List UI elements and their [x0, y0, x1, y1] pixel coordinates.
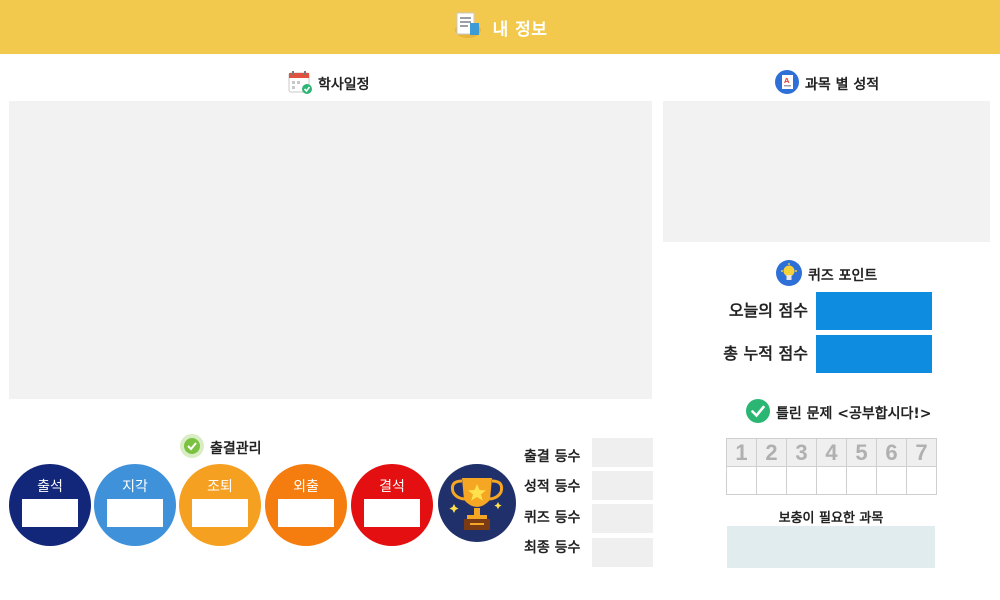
attendance-title: 출결관리	[180, 434, 262, 462]
green-check-icon	[746, 399, 770, 427]
attendance-absent-label: 결석	[379, 479, 405, 495]
attendance-early-leave-label: 조퇴	[207, 479, 233, 495]
attendance-early-leave: 조퇴	[179, 464, 261, 546]
rank-final-value	[592, 538, 653, 567]
today-score-value	[816, 292, 932, 330]
problem-answer-cell	[906, 466, 937, 495]
attendance-present-label: 출석	[37, 479, 63, 495]
checkmark-icon	[180, 434, 204, 462]
trophy-icon	[438, 464, 516, 542]
problem-number-cell[interactable]: 3	[786, 438, 817, 467]
quiz-title: 퀴즈 포인트	[776, 260, 877, 290]
problem-answer-cell	[726, 466, 757, 495]
grades-title: A 과목 별 성적	[775, 70, 879, 98]
problem-number-cell[interactable]: 5	[846, 438, 877, 467]
attendance-late: 지각	[94, 464, 176, 546]
quiz-title-label: 퀴즈 포인트	[808, 268, 878, 284]
document-icon	[453, 10, 483, 44]
wrong-title-label: 틀린 문제 <공부합시다!>	[776, 406, 932, 422]
rank-attendance-value	[592, 438, 653, 467]
rank-attendance-label: 출결 등수	[524, 449, 581, 465]
rank-quiz-value	[592, 504, 653, 533]
wrong-problems-table: 1 2 3 4 5 6 7	[726, 438, 937, 495]
schedule-title: 학사일정	[288, 70, 370, 98]
problem-answer-cell	[756, 466, 787, 495]
svg-text:A: A	[784, 77, 790, 85]
problem-answer-cell	[876, 466, 907, 495]
attendance-title-label: 출결관리	[210, 441, 262, 457]
problem-number-cell[interactable]: 1	[726, 438, 757, 467]
problem-answer-cell	[786, 466, 817, 495]
attendance-early-leave-value	[192, 499, 248, 527]
needed-subject-value	[727, 526, 935, 568]
attendance-late-label: 지각	[122, 479, 148, 495]
attendance-late-value	[107, 499, 163, 527]
rank-grade-value	[592, 471, 653, 500]
attendance-outing-value	[278, 499, 334, 527]
problem-answer-cell	[816, 466, 847, 495]
problem-number-cell[interactable]: 4	[816, 438, 847, 467]
attendance-absent: 결석	[351, 464, 433, 546]
attendance-outing: 외출	[265, 464, 347, 546]
problem-number-cell[interactable]: 7	[906, 438, 937, 467]
rank-quiz-label: 퀴즈 등수	[524, 510, 581, 526]
problem-answer-cell	[846, 466, 877, 495]
lightbulb-icon	[776, 260, 802, 290]
grade-report-icon: A	[775, 70, 799, 98]
schedule-panel[interactable]	[9, 101, 652, 399]
total-score-value	[816, 335, 932, 373]
rank-final-label: 최종 등수	[524, 540, 581, 556]
wrong-title: 틀린 문제 <공부합시다!>	[746, 399, 932, 427]
rank-grade-label: 성적 등수	[524, 479, 581, 495]
today-score-label: 오늘의 점수	[728, 301, 808, 320]
attendance-present: 출석	[9, 464, 91, 546]
page-title: 내 정보	[492, 19, 548, 40]
needed-subject-label: 보충이 필요한 과목	[778, 511, 884, 526]
attendance-absent-value	[364, 499, 420, 527]
calendar-icon	[288, 70, 312, 98]
header-bar: 내 정보	[0, 0, 1000, 54]
problem-number-cell[interactable]: 2	[756, 438, 787, 467]
grades-title-label: 과목 별 성적	[805, 77, 880, 93]
attendance-outing-label: 외출	[293, 479, 319, 495]
problem-number-cell[interactable]: 6	[876, 438, 907, 467]
attendance-present-value	[22, 499, 78, 527]
schedule-title-label: 학사일정	[318, 77, 370, 93]
total-score-label: 총 누적 점수	[723, 344, 808, 363]
grades-panel[interactable]	[663, 101, 990, 242]
